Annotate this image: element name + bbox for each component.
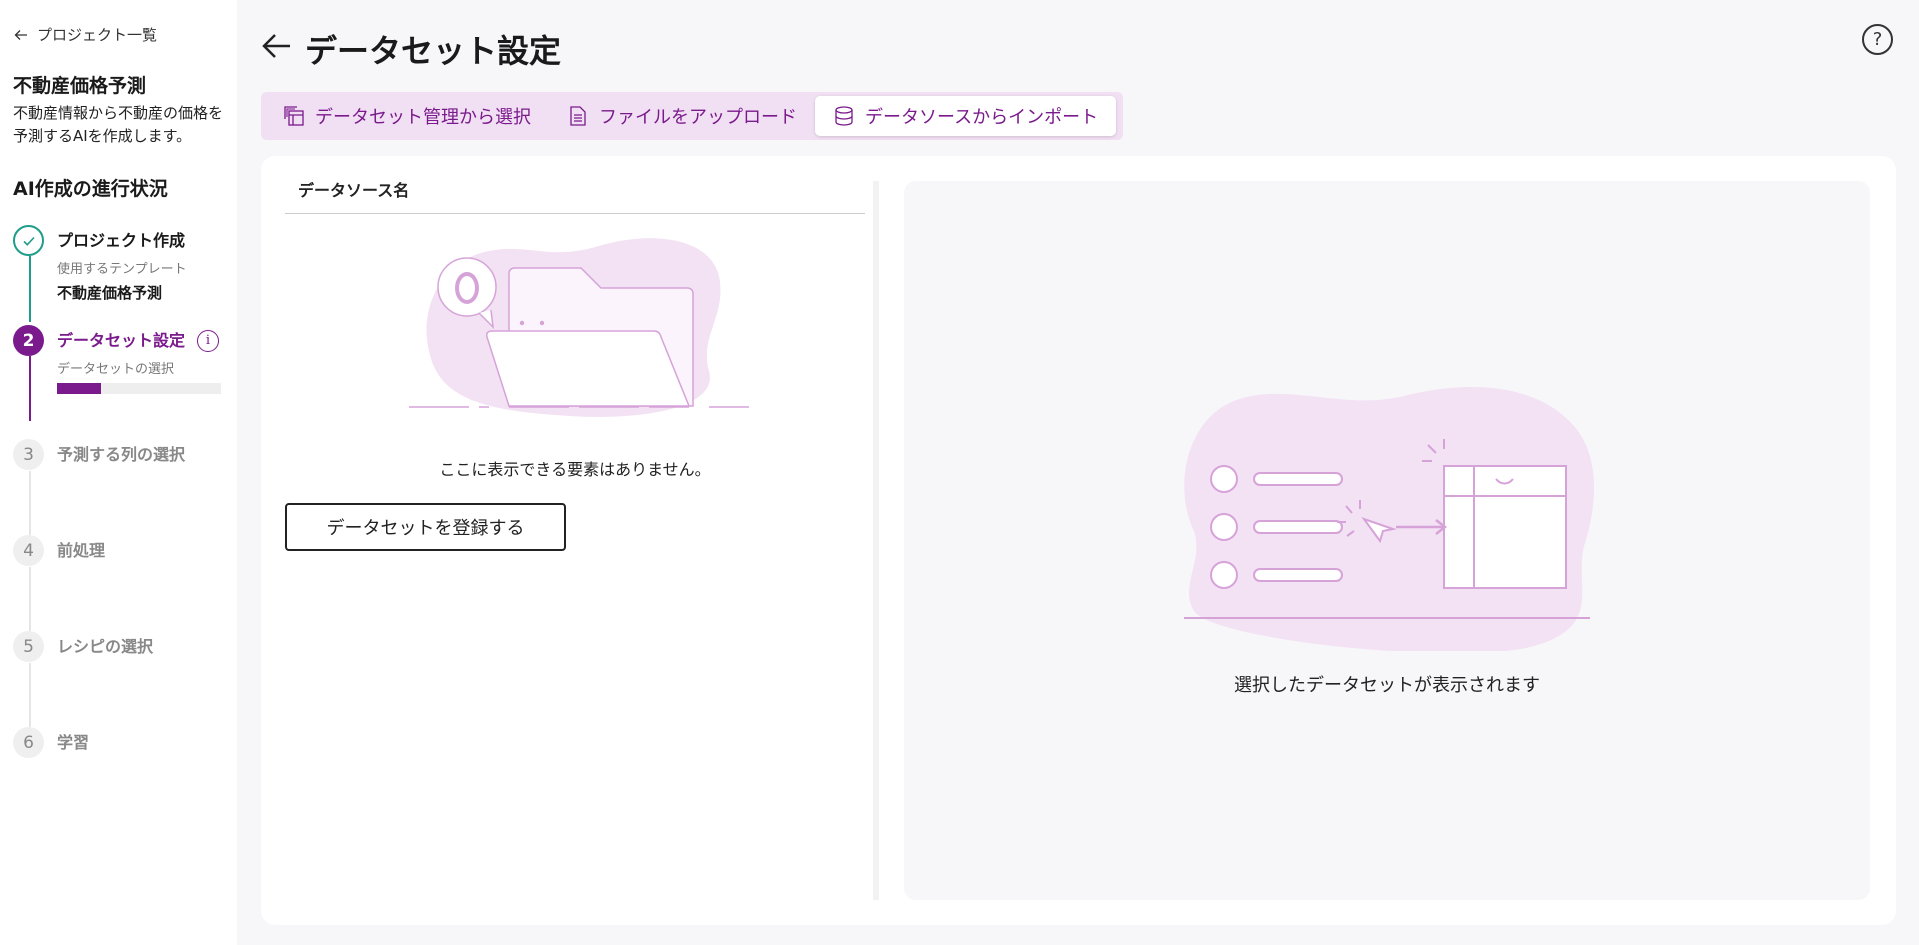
step-recipe[interactable]: 5 レシピの選択: [13, 631, 153, 662]
tab-file-upload[interactable]: ファイルをアップロード: [549, 96, 815, 136]
tab-datasource-import[interactable]: データソースからインポート: [815, 96, 1117, 136]
empty-folder-illustration: [409, 238, 749, 417]
preview-message: 選択したデータセットが表示されます: [1234, 675, 1540, 696]
step-project-creation[interactable]: プロジェクト作成 使用するテンプレート 不動産価格予測: [13, 225, 187, 303]
step-label: レシピの選択: [57, 637, 154, 656]
step-progress-fill: [57, 383, 102, 394]
document-icon: [570, 106, 586, 126]
register-dataset-button[interactable]: データセットを登録する: [285, 503, 566, 551]
back-label: プロジェクト一覧: [37, 26, 158, 44]
dataset-table-icon: [284, 106, 304, 126]
dataset-select-illustration: [1184, 387, 1594, 651]
step-connector: [29, 471, 31, 535]
project-name: 不動産価格予測: [13, 75, 147, 97]
step-label: プロジェクト作成: [57, 231, 186, 250]
template-name: 不動産価格予測: [57, 284, 163, 302]
column-header-datasource-name: データソース名: [285, 178, 865, 214]
database-icon: [835, 106, 853, 126]
source-tabs: データセット管理から選択 ファイルをアップロード データソースからインポート: [261, 92, 1123, 140]
step-dataset-setting[interactable]: 2 データセット設定 i データセットの選択: [13, 325, 221, 394]
help-icon[interactable]: ?: [1862, 24, 1893, 55]
step-number: 5: [13, 631, 44, 662]
step-label: 学習: [57, 733, 90, 752]
step-progress-bar: [57, 383, 221, 394]
step-number: 4: [13, 535, 44, 566]
back-arrow-icon[interactable]: [261, 30, 293, 62]
step-number: 3: [13, 439, 44, 470]
content-panel: データソース名 ここに表示できる要素はありません。 データセットを登録する 選択…: [261, 156, 1896, 925]
step-number: 6: [13, 727, 44, 758]
tab-label: データソースからインポート: [865, 107, 1099, 128]
step-label: データセット設定: [57, 331, 186, 350]
page-title: データセット設定: [305, 32, 562, 70]
step-training[interactable]: 6 学習: [13, 727, 89, 758]
empty-message: ここに表示できる要素はありません。: [439, 460, 711, 479]
step-target-column[interactable]: 3 予測する列の選択: [13, 439, 185, 470]
step-number: 2: [13, 325, 44, 356]
info-icon[interactable]: i: [197, 329, 220, 352]
check-icon: [13, 225, 44, 256]
step-connector: [29, 567, 31, 631]
tab-label: データセット管理から選択: [315, 107, 531, 128]
sidebar: プロジェクト一覧 不動産価格予測 不動産情報から不動産の価格を予測するAIを作成…: [0, 0, 237, 945]
progress-title: AI作成の進行状況: [13, 178, 168, 200]
dataset-preview-area: 選択したデータセットが表示されます: [904, 181, 1870, 900]
back-to-projects-link[interactable]: プロジェクト一覧: [13, 24, 157, 45]
step-label: 予測する列の選択: [57, 445, 186, 464]
project-description: 不動産情報から不動産の価格を予測するAIを作成します。: [13, 104, 224, 145]
column-divider[interactable]: [873, 181, 879, 900]
step-label: 前処理: [57, 541, 106, 560]
step-sublabel: 使用するテンプレート: [57, 262, 187, 277]
arrow-left-icon: [14, 29, 27, 40]
step-sublabel: データセットの選択: [57, 362, 175, 377]
step-preprocessing[interactable]: 4 前処理: [13, 535, 105, 566]
tab-label: ファイルをアップロード: [599, 107, 797, 128]
tab-dataset-management[interactable]: データセット管理から選択: [265, 96, 549, 136]
step-connector: [29, 663, 31, 727]
